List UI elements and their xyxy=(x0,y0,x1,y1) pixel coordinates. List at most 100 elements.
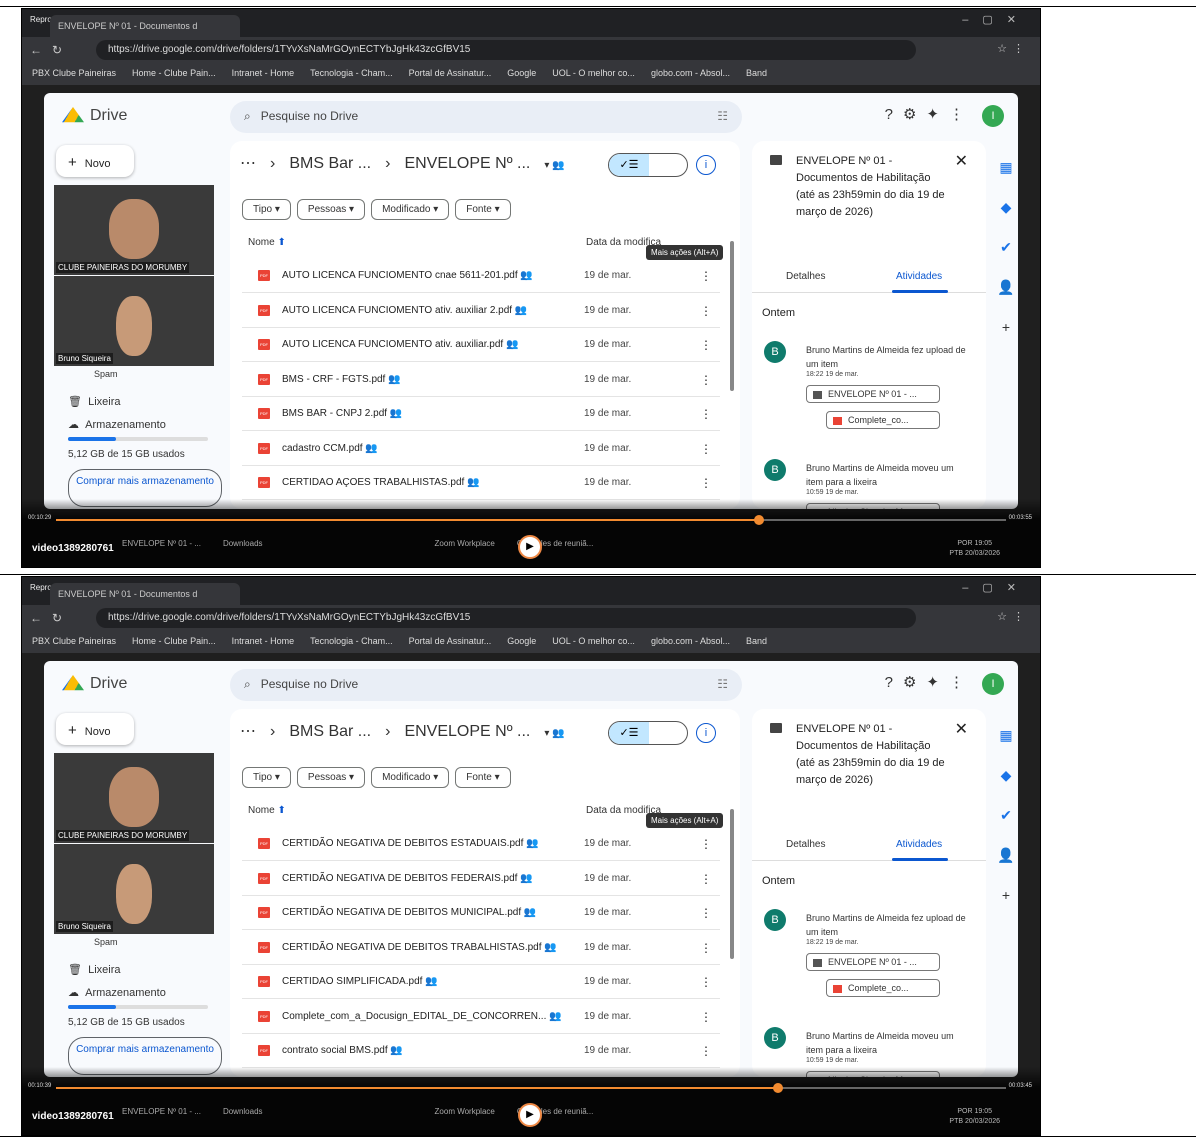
view-toggle[interactable]: ✓☰⊞ xyxy=(608,153,688,177)
taskbar-item[interactable]: Downloads xyxy=(223,539,263,548)
more-actions-icon[interactable]: ⋮ xyxy=(700,975,712,989)
bookmark-item[interactable]: UOL - O melhor co... xyxy=(552,68,635,78)
more-actions-icon[interactable]: ⋮ xyxy=(700,476,712,490)
browser-action-icons[interactable]: ☆⋮ xyxy=(997,42,1030,55)
filter-chip-fonte[interactable]: Fonte ▾ xyxy=(455,767,511,788)
search-options-icon[interactable]: ☷ xyxy=(717,109,728,123)
browser-action-icons[interactable]: ☆⋮ xyxy=(997,610,1030,623)
bookmark-item[interactable]: globo.com - Absol... xyxy=(651,68,730,78)
table-row[interactable]: PDF contrato social BMS.pdf 👥 19 de mar. ⋮ xyxy=(242,1034,720,1068)
table-row[interactable]: PDF Complete_com_a_Docusign_EDITAL_DE_CON… xyxy=(242,1000,720,1034)
new-button[interactable]: + Novo xyxy=(56,145,134,177)
drive-logo[interactable]: Drive xyxy=(62,107,127,125)
bookmark-item[interactable]: PBX Clube Paineiras xyxy=(32,68,116,78)
scrollbar[interactable] xyxy=(730,809,734,959)
avatar[interactable]: I xyxy=(982,673,1004,695)
tab-details[interactable]: Detalhes xyxy=(786,839,825,850)
sidebar-item-trash[interactable]: 🗑 Lixeira xyxy=(68,395,120,408)
scrollbar[interactable] xyxy=(730,241,734,391)
avatar[interactable]: I xyxy=(982,105,1004,127)
breadcrumb-item[interactable]: ENVELOPE Nº ... xyxy=(404,723,530,740)
table-row[interactable]: PDF cadastro CCM.pdf 👥 19 de mar. ⋮ xyxy=(242,432,720,466)
tab-details[interactable]: Detalhes xyxy=(786,271,825,282)
activity-folder-chip[interactable]: ENVELOPE Nº 01 - ... xyxy=(806,385,940,403)
bookmark-item[interactable]: PBX Clube Paineiras xyxy=(32,636,116,646)
new-button[interactable]: + Novo xyxy=(56,713,134,745)
seek-handle[interactable] xyxy=(773,1083,783,1093)
bookmark-item[interactable]: Home - Clube Pain... xyxy=(132,68,216,78)
bookmark-item[interactable]: Tecnologia - Cham... xyxy=(310,636,393,646)
bookmark-item[interactable]: Home - Clube Pain... xyxy=(132,636,216,646)
bookmark-item[interactable]: Tecnologia - Cham... xyxy=(310,68,393,78)
more-actions-icon[interactable]: ⋮ xyxy=(700,442,712,456)
info-icon[interactable]: i xyxy=(696,155,716,175)
table-row[interactable]: PDF CERTIDAO AÇOES TRABALHISTAS.pdf 👥 19 d… xyxy=(242,466,720,500)
table-row[interactable]: PDF AUTO LICENCA FUNCIOMENTO ativ. auxili… xyxy=(242,294,720,328)
side-rail-icons[interactable]: ▦ ◆ ✔ 👤 + xyxy=(994,715,1018,915)
table-row[interactable]: PDF BMS - CRF - FGTS.pdf 👥 19 de mar. ⋮ xyxy=(242,363,720,397)
filter-chip-pessoas[interactable]: Pessoas ▾ xyxy=(296,199,366,220)
more-actions-icon[interactable]: ⋮ xyxy=(700,304,712,318)
address-bar[interactable]: https://drive.google.com/drive/folders/1… xyxy=(96,608,916,628)
filter-chip-modificado[interactable]: Modificado ▾ xyxy=(371,767,450,788)
back-forward-reload-icons[interactable]: ←↻ xyxy=(30,43,72,57)
window-controls[interactable]: –▢✕ xyxy=(962,13,1030,26)
more-actions-icon[interactable]: ⋮ xyxy=(700,373,712,387)
bookmark-item[interactable]: Google xyxy=(507,636,536,646)
taskbar-item[interactable]: Zoom Workplace xyxy=(435,1107,495,1116)
bookmark-item[interactable]: Portal de Assinatur... xyxy=(409,636,492,646)
bookmark-item[interactable]: Intranet - Home xyxy=(232,636,295,646)
filter-chip-pessoas[interactable]: Pessoas ▾ xyxy=(296,767,366,788)
search-input[interactable]: ⌕ Pesquise no Drive ☷ xyxy=(230,669,742,701)
seek-bar[interactable] xyxy=(56,1087,1006,1089)
table-row[interactable]: PDF BMS BAR - CNPJ 2.pdf 👥 19 de mar. ⋮ xyxy=(242,397,720,431)
info-icon[interactable]: i xyxy=(696,723,716,743)
more-actions-icon[interactable]: ⋮ xyxy=(700,269,712,283)
table-row[interactable]: PDF AUTO LICENCA FUNCIOMENTO ativ. auxili… xyxy=(242,328,720,362)
tab-activities[interactable]: Atividades xyxy=(896,271,942,282)
more-actions-icon[interactable]: ⋮ xyxy=(700,1044,712,1058)
view-toggle[interactable]: ✓☰⊞ xyxy=(608,721,688,745)
bookmark-item[interactable]: Band xyxy=(746,68,767,78)
sidebar-item-trash[interactable]: 🗑 Lixeira xyxy=(68,963,120,976)
activity-file-chip[interactable]: Complete_co... xyxy=(826,411,940,429)
more-actions-icon[interactable]: ⋮ xyxy=(700,941,712,955)
sidebar-item-spam[interactable]: Spam xyxy=(94,937,118,947)
sidebar-item-spam[interactable]: Spam xyxy=(94,369,118,379)
filter-chip-fonte[interactable]: Fonte ▾ xyxy=(455,199,511,220)
seek-handle[interactable] xyxy=(754,515,764,525)
table-row[interactable]: PDF CERTIDÃO NEGATIVA DE DEBITOS ESTADUAI… xyxy=(242,827,720,861)
table-row[interactable]: PDF CERTIDÃO NEGATIVA DE DEBITOS FEDERAIS… xyxy=(242,862,720,896)
table-row[interactable]: PDF AUTO LICENCA FUNCIOMENTO cnae 5611-20… xyxy=(242,259,720,293)
filter-chip-tipo[interactable]: Tipo ▾ xyxy=(242,767,291,788)
taskbar-item[interactable]: Downloads xyxy=(223,1107,263,1116)
back-forward-reload-icons[interactable]: ←↻ xyxy=(30,611,72,625)
search-options-icon[interactable]: ☷ xyxy=(717,677,728,691)
drive-logo[interactable]: Drive xyxy=(62,675,127,693)
taskbar-item[interactable]: Zoom Workplace xyxy=(435,539,495,548)
breadcrumb-item[interactable]: ENVELOPE Nº ... xyxy=(404,155,530,172)
tab-activities[interactable]: Atividades xyxy=(896,839,942,850)
table-row[interactable]: PDF CERTIDAO SIMPLIFICADA.pdf 👥 19 de mar.… xyxy=(242,965,720,999)
sidebar-item-storage[interactable]: ☁ Armazenamento xyxy=(68,418,166,431)
more-actions-icon[interactable]: ⋮ xyxy=(700,906,712,920)
window-controls[interactable]: –▢✕ xyxy=(962,581,1030,594)
more-actions-icon[interactable]: ⋮ xyxy=(700,1010,712,1024)
taskbar-item[interactable]: ENVELOPE Nº 01 - ... xyxy=(122,539,201,548)
address-bar[interactable]: https://drive.google.com/drive/folders/1… xyxy=(96,40,916,60)
bookmark-item[interactable]: globo.com - Absol... xyxy=(651,636,730,646)
activity-file-chip[interactable]: Complete_co... xyxy=(826,979,940,997)
table-row[interactable]: PDF CERTIDÃO NEGATIVA DE DEBITOS TRABALHI… xyxy=(242,931,720,965)
bookmark-item[interactable]: UOL - O melhor co... xyxy=(552,636,635,646)
search-input[interactable]: ⌕ Pesquise no Drive ☷ xyxy=(230,101,742,133)
more-actions-icon[interactable]: ⋮ xyxy=(700,407,712,421)
taskbar-item[interactable]: ENVELOPE Nº 01 - ... xyxy=(122,1107,201,1116)
bookmark-item[interactable]: Intranet - Home xyxy=(232,68,295,78)
filter-chip-modificado[interactable]: Modificado ▾ xyxy=(371,199,450,220)
play-button[interactable]: ▶ xyxy=(518,1103,542,1127)
more-actions-icon[interactable]: ⋮ xyxy=(700,338,712,352)
more-actions-icon[interactable]: ⋮ xyxy=(700,837,712,851)
table-row[interactable]: PDF CERTIDÃO NEGATIVA DE DEBITOS MUNICIPA… xyxy=(242,896,720,930)
bookmark-item[interactable]: Band xyxy=(746,636,767,646)
sidebar-item-storage[interactable]: ☁ Armazenamento xyxy=(68,986,166,999)
